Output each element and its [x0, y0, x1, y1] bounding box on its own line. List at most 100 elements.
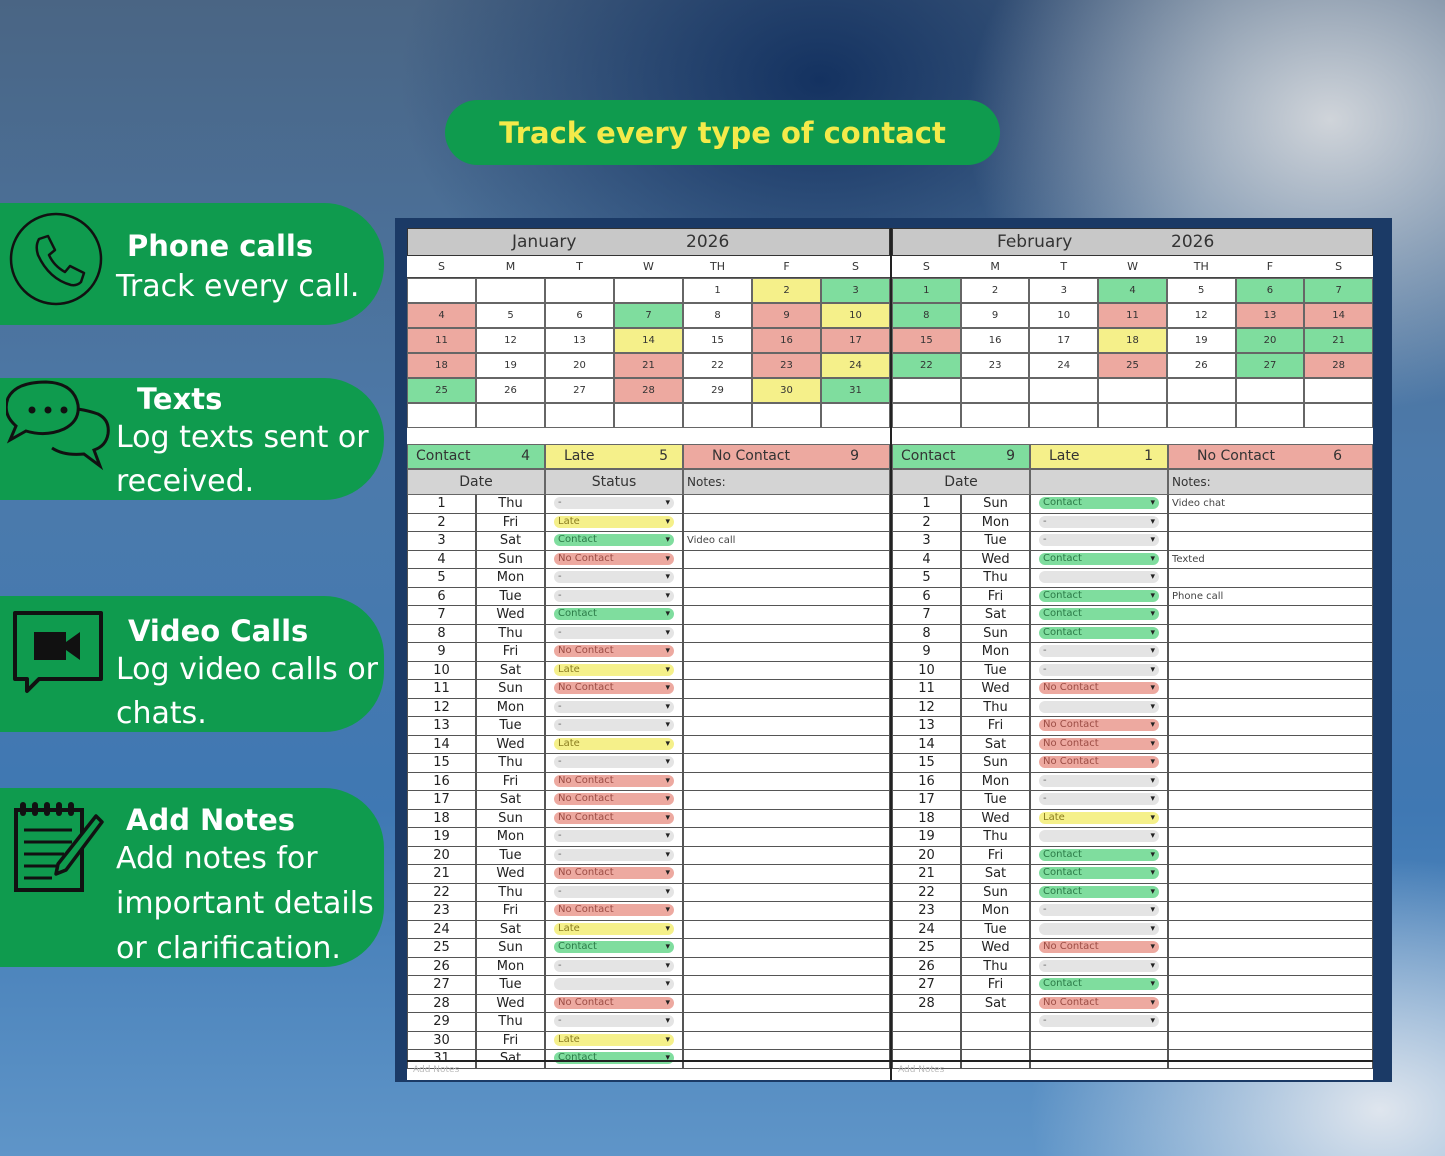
status-dropdown[interactable]: Contact: [1039, 608, 1159, 620]
calendar-day-cell[interactable]: [1098, 403, 1167, 428]
notes-cell[interactable]: Texted: [1168, 550, 1373, 569]
status-dropdown[interactable]: Late: [1039, 811, 1159, 824]
calendar-day-cell[interactable]: 15: [683, 328, 752, 353]
calendar-day-cell[interactable]: 7: [1304, 278, 1373, 303]
notes-cell[interactable]: [683, 976, 890, 995]
notes-cell[interactable]: [1168, 976, 1373, 995]
status-dropdown[interactable]: Late: [554, 515, 674, 528]
notes-cell[interactable]: [1168, 1013, 1373, 1032]
status-dropdown[interactable]: -: [554, 885, 674, 898]
calendar-day-cell[interactable]: [407, 278, 476, 303]
notes-cell[interactable]: [683, 569, 890, 588]
calendar-day-cell[interactable]: [1098, 378, 1167, 403]
status-dropdown[interactable]: -: [554, 626, 674, 639]
notes-cell[interactable]: [1168, 791, 1373, 810]
calendar-day-cell[interactable]: 10: [1029, 303, 1099, 328]
calendar-day-cell[interactable]: 1: [683, 278, 752, 303]
status-dropdown[interactable]: Contact: [1039, 626, 1159, 639]
calendar-day-cell[interactable]: 25: [1098, 353, 1167, 378]
calendar-day-cell[interactable]: 16: [752, 328, 821, 353]
calendar-day-cell[interactable]: 16: [960, 328, 1030, 353]
status-dropdown[interactable]: -: [1039, 904, 1159, 916]
status-dropdown[interactable]: No Contact: [1039, 682, 1159, 694]
status-dropdown[interactable]: Contact: [1039, 848, 1159, 861]
add-notes-placeholder[interactable]: Add Notes: [413, 1065, 459, 1075]
calendar-day-cell[interactable]: 19: [476, 353, 545, 378]
status-dropdown[interactable]: [1039, 830, 1159, 842]
status-dropdown[interactable]: No Contact: [554, 793, 674, 805]
calendar-day-cell[interactable]: 12: [476, 328, 545, 353]
calendar-day-cell[interactable]: 27: [1235, 353, 1305, 378]
status-dropdown[interactable]: -: [554, 719, 674, 731]
notes-cell[interactable]: [1168, 735, 1373, 754]
status-dropdown[interactable]: -: [1039, 959, 1159, 972]
status-dropdown[interactable]: -: [1039, 774, 1159, 787]
calendar-day-cell[interactable]: 5: [476, 303, 545, 328]
notes-cell[interactable]: [1168, 513, 1373, 532]
notes-cell[interactable]: [683, 920, 890, 939]
calendar-day-cell[interactable]: 24: [821, 353, 890, 378]
calendar-day-cell[interactable]: 21: [1304, 328, 1373, 353]
calendar-day-cell[interactable]: 8: [683, 303, 752, 328]
notes-cell[interactable]: [1168, 606, 1373, 625]
calendar-day-cell[interactable]: [960, 403, 1030, 428]
notes-cell[interactable]: [1168, 883, 1373, 902]
status-dropdown[interactable]: Contact: [554, 941, 674, 953]
status-dropdown[interactable]: No Contact: [554, 774, 674, 787]
calendar-day-cell[interactable]: 4: [1098, 278, 1167, 303]
calendar-day-cell[interactable]: [545, 403, 614, 428]
notes-cell[interactable]: Video call: [683, 532, 890, 551]
calendar-day-cell[interactable]: 11: [1098, 303, 1167, 328]
calendar-day-cell[interactable]: 12: [1166, 303, 1236, 328]
calendar-day-cell[interactable]: 14: [614, 328, 683, 353]
calendar-day-cell[interactable]: [1166, 403, 1236, 428]
calendar-day-cell[interactable]: [1235, 378, 1305, 403]
calendar-day-cell[interactable]: 1: [892, 278, 961, 303]
calendar-day-cell[interactable]: [892, 378, 961, 403]
calendar-day-cell[interactable]: 25: [407, 378, 476, 403]
status-dropdown[interactable]: -: [1039, 1015, 1159, 1027]
calendar-day-cell[interactable]: 15: [892, 328, 961, 353]
status-dropdown[interactable]: Late: [554, 663, 674, 676]
calendar-day-cell[interactable]: 8: [892, 303, 961, 328]
notes-cell[interactable]: [1168, 902, 1373, 921]
add-notes-placeholder[interactable]: Add Notes: [898, 1065, 944, 1075]
notes-cell[interactable]: [1168, 828, 1373, 847]
status-dropdown[interactable]: No Contact: [554, 996, 674, 1009]
calendar-day-cell[interactable]: 26: [476, 378, 545, 403]
status-dropdown[interactable]: No Contact: [554, 682, 674, 694]
status-dropdown[interactable]: [1039, 922, 1159, 935]
calendar-day-cell[interactable]: 11: [407, 328, 476, 353]
calendar-day-cell[interactable]: [821, 403, 890, 428]
notes-cell[interactable]: [683, 735, 890, 754]
notes-cell[interactable]: [1168, 865, 1373, 884]
calendar-day-cell[interactable]: 7: [614, 303, 683, 328]
notes-cell[interactable]: [683, 846, 890, 865]
notes-cell[interactable]: [683, 791, 890, 810]
status-dropdown[interactable]: No Contact: [554, 645, 674, 657]
calendar-day-cell[interactable]: 23: [752, 353, 821, 378]
status-dropdown[interactable]: No Contact: [1039, 719, 1159, 731]
status-dropdown[interactable]: Contact: [1039, 589, 1159, 602]
notes-cell[interactable]: [683, 513, 890, 532]
calendar-day-cell[interactable]: 18: [407, 353, 476, 378]
calendar-day-cell[interactable]: [545, 278, 614, 303]
status-dropdown[interactable]: -: [554, 830, 674, 842]
notes-cell[interactable]: [683, 772, 890, 791]
calendar-day-cell[interactable]: 23: [960, 353, 1030, 378]
status-dropdown[interactable]: No Contact: [1039, 996, 1159, 1009]
calendar-day-cell[interactable]: 13: [1235, 303, 1305, 328]
calendar-day-cell[interactable]: 27: [545, 378, 614, 403]
status-dropdown[interactable]: -: [1039, 793, 1159, 805]
calendar-day-cell[interactable]: 20: [545, 353, 614, 378]
notes-cell[interactable]: [683, 828, 890, 847]
calendar-day-cell[interactable]: [892, 403, 961, 428]
calendar-day-cell[interactable]: 17: [1029, 328, 1099, 353]
calendar-day-cell[interactable]: 22: [892, 353, 961, 378]
calendar-day-cell[interactable]: 4: [407, 303, 476, 328]
status-dropdown[interactable]: -: [1039, 534, 1159, 546]
notes-cell[interactable]: [683, 809, 890, 828]
calendar-day-cell[interactable]: 18: [1098, 328, 1167, 353]
status-dropdown[interactable]: Contact: [554, 608, 674, 620]
notes-cell[interactable]: [683, 1031, 890, 1050]
